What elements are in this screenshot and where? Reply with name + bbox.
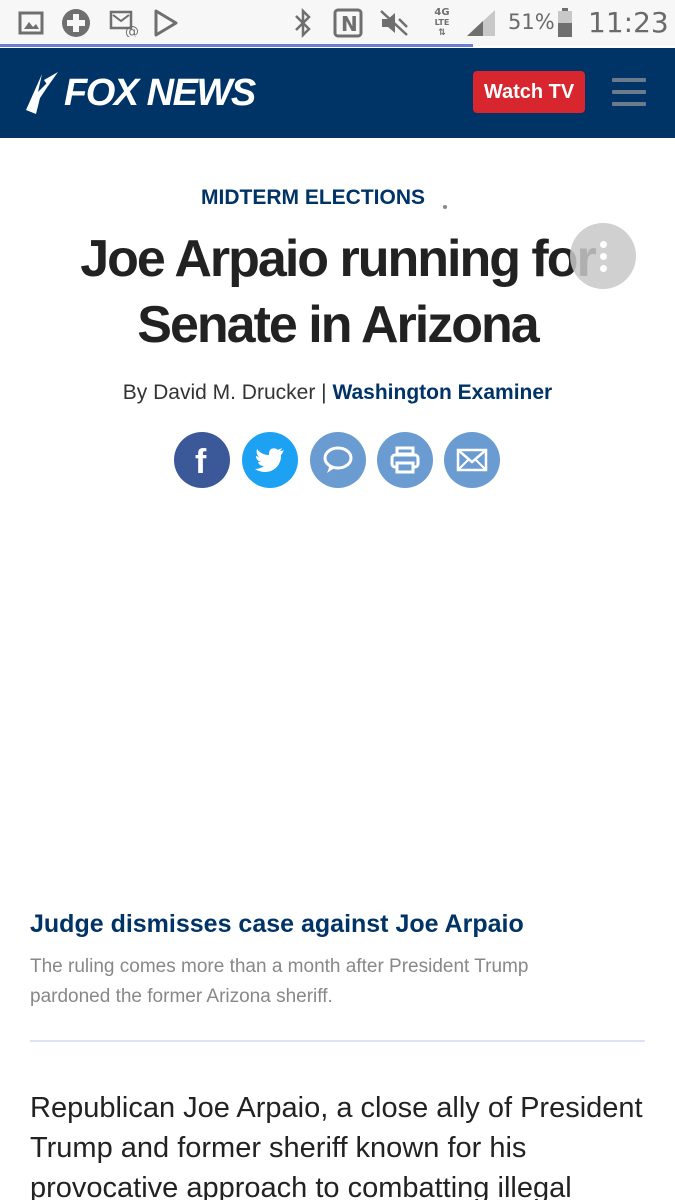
- headline-line-1: Joe Arpaio running for: [80, 230, 597, 288]
- play-store-icon: [152, 8, 180, 38]
- page-load-progress: [0, 44, 473, 47]
- decorative-dot: [443, 205, 447, 209]
- divider: [30, 1040, 645, 1042]
- plus-circle-icon: [60, 8, 92, 38]
- comment-share-button[interactable]: [310, 432, 366, 488]
- category-label[interactable]: MIDTERM ELECTIONS: [0, 186, 626, 210]
- clock: 11:23: [588, 6, 669, 39]
- battery-icon: [556, 8, 574, 38]
- site-header: FOX NEWS Watch TV: [0, 48, 675, 138]
- fox-news-logo-mark: [26, 72, 58, 114]
- comment-icon: [323, 446, 353, 473]
- related-story-link[interactable]: Judge dismisses case against Joe Arpaio: [30, 910, 524, 939]
- email-notification-icon: @: [108, 8, 140, 38]
- gallery-icon: [16, 8, 46, 38]
- logo-text: FOX NEWS: [64, 71, 256, 114]
- svg-text:@: @: [125, 24, 139, 37]
- nfc-icon: N: [332, 8, 364, 38]
- menu-icon[interactable]: [612, 78, 646, 106]
- print-icon: [390, 446, 420, 474]
- battery-percent: 51%: [508, 10, 555, 34]
- signal-icon: [464, 8, 498, 38]
- byline-separator: |: [315, 381, 333, 404]
- network-4g-icon: 4G LTE ⇅: [434, 7, 450, 39]
- twitter-icon: [255, 448, 284, 472]
- article-body-paragraph: Republican Joe Arpaio, a close ally of P…: [30, 1092, 643, 1200]
- article-headline: Joe Arpaio running for Senate in Arizona: [20, 226, 655, 358]
- watch-tv-button[interactable]: Watch TV: [473, 71, 585, 113]
- publication-link[interactable]: Washington Examiner: [332, 381, 552, 404]
- more-options-icon[interactable]: [570, 223, 636, 289]
- byline: By David M. Drucker | Washington Examine…: [0, 381, 675, 405]
- svg-text:N: N: [341, 12, 358, 36]
- author: By David M. Drucker: [122, 381, 316, 404]
- email-share-button[interactable]: [444, 432, 500, 488]
- headline-line-2: Senate in Arizona: [137, 296, 539, 354]
- svg-text:f: f: [195, 443, 207, 477]
- related-story-description: The ruling comes more than a month after…: [30, 956, 529, 1007]
- mute-icon: [378, 8, 410, 38]
- twitter-share-button[interactable]: [242, 432, 298, 488]
- email-icon: [456, 448, 488, 472]
- bluetooth-icon: [290, 8, 316, 38]
- facebook-icon: f: [195, 443, 207, 477]
- print-share-button[interactable]: [377, 432, 433, 488]
- status-bar: @ N 4G LTE ⇅ 51% 11:23: [0, 0, 675, 47]
- fox-news-logo[interactable]: FOX NEWS: [22, 70, 256, 116]
- facebook-share-button[interactable]: f: [174, 432, 230, 488]
